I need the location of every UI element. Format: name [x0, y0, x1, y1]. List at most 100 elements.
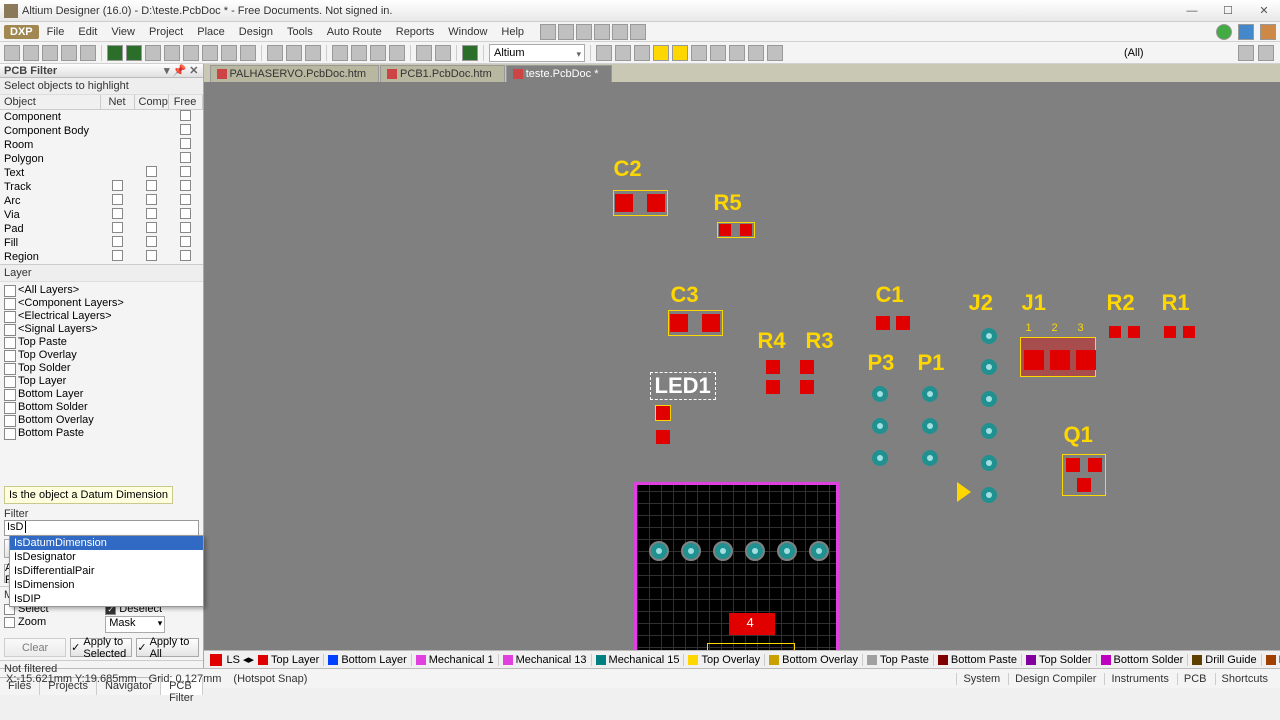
status-panel-button[interactable]: PCB: [1177, 673, 1213, 685]
place-icon[interactable]: [672, 45, 688, 61]
new-icon[interactable]: [4, 45, 20, 61]
status-panel-button[interactable]: Shortcuts: [1215, 673, 1274, 685]
layer-item[interactable]: Top Solder: [0, 362, 203, 375]
status-icon[interactable]: [1216, 24, 1232, 40]
toolbar-icon[interactable]: [576, 24, 592, 40]
object-row[interactable]: Component Body: [0, 124, 203, 138]
pad[interactable]: [766, 380, 780, 394]
pad[interactable]: [800, 380, 814, 394]
pad[interactable]: [647, 194, 665, 212]
layer-tab[interactable]: Top Paste: [863, 654, 934, 666]
menu-design[interactable]: Design: [233, 24, 279, 40]
designator[interactable]: C1: [876, 282, 904, 308]
copy-icon[interactable]: [286, 45, 302, 61]
pad[interactable]: [615, 194, 633, 212]
layer-tab[interactable]: Keep-Out Layer: [1262, 654, 1280, 666]
designator[interactable]: C3: [671, 282, 699, 308]
designator[interactable]: R5: [714, 190, 742, 216]
toolbar-icon[interactable]: [612, 24, 628, 40]
layer-tab[interactable]: Mechanical 1: [412, 654, 499, 666]
component-outline[interactable]: [707, 643, 795, 650]
layer-item[interactable]: <Component Layers>: [0, 297, 203, 310]
text-icon[interactable]: [748, 45, 764, 61]
maximize-button[interactable]: ☐: [1216, 3, 1240, 19]
tool-icon[interactable]: [462, 45, 478, 61]
pad[interactable]: [1109, 326, 1121, 338]
tool-icon[interactable]: [240, 45, 256, 61]
tool-icon[interactable]: [767, 45, 783, 61]
panel-pin-icon[interactable]: 📌: [173, 64, 187, 77]
pad[interactable]: [656, 430, 670, 444]
designator[interactable]: R4: [758, 328, 786, 354]
through-hole[interactable]: [920, 416, 940, 436]
tool-icon[interactable]: [164, 45, 180, 61]
pad[interactable]: [1128, 326, 1140, 338]
designator[interactable]: Q1: [1064, 422, 1093, 448]
apply-all-button[interactable]: ✓ Apply to All: [136, 638, 198, 657]
through-hole[interactable]: [979, 421, 999, 441]
through-hole[interactable]: [979, 453, 999, 473]
paste-icon[interactable]: [305, 45, 321, 61]
menu-reports[interactable]: Reports: [390, 24, 441, 40]
tool-icon[interactable]: [145, 45, 161, 61]
place-icon[interactable]: [710, 45, 726, 61]
dxp-menu[interactable]: DXP: [4, 25, 39, 39]
layer-item[interactable]: <Electrical Layers>: [0, 310, 203, 323]
zoom-checkbox[interactable]: Zoom: [4, 616, 97, 628]
through-hole[interactable]: [979, 389, 999, 409]
minimize-button[interactable]: —: [1180, 3, 1204, 19]
layer-item[interactable]: Bottom Solder: [0, 401, 203, 414]
clear-icon[interactable]: [1258, 45, 1274, 61]
through-hole[interactable]: [870, 416, 890, 436]
tool-icon[interactable]: [107, 45, 123, 61]
pad[interactable]: [1164, 326, 1176, 338]
layer-tab[interactable]: Drill Guide: [1188, 654, 1261, 666]
through-hole[interactable]: [777, 541, 797, 561]
through-hole[interactable]: [920, 384, 940, 404]
layer-tab[interactable]: Bottom Solder: [1097, 654, 1189, 666]
layer-tab[interactable]: Mechanical 13: [499, 654, 592, 666]
object-row[interactable]: Fill: [0, 236, 203, 250]
doc-tab[interactable]: PALHASERVO.PcbDoc.htm: [210, 65, 380, 82]
col-comp[interactable]: Comp: [135, 95, 169, 109]
place-icon[interactable]: [634, 45, 650, 61]
redo-icon[interactable]: [435, 45, 451, 61]
ac-item[interactable]: IsDIP: [10, 592, 203, 606]
through-hole[interactable]: [745, 541, 765, 561]
menu-help[interactable]: Help: [495, 24, 530, 40]
object-row[interactable]: Polygon: [0, 152, 203, 166]
toolbar-icon[interactable]: [594, 24, 610, 40]
object-row[interactable]: Room: [0, 138, 203, 152]
toolbar-icon[interactable]: [558, 24, 574, 40]
through-hole[interactable]: [870, 448, 890, 468]
menu-project[interactable]: Project: [143, 24, 189, 40]
col-object[interactable]: Object: [0, 95, 101, 109]
close-button[interactable]: ✕: [1252, 3, 1276, 19]
toolbar-icon[interactable]: [630, 24, 646, 40]
object-row[interactable]: Via: [0, 208, 203, 222]
layer-tab[interactable]: Top Solder: [1022, 654, 1097, 666]
pad[interactable]: [1024, 350, 1044, 370]
ac-item[interactable]: IsDimension: [10, 578, 203, 592]
undo-icon[interactable]: [416, 45, 432, 61]
panel-dropdown-icon[interactable]: ▾: [164, 64, 170, 77]
place-icon[interactable]: [653, 45, 669, 61]
filter-input[interactable]: IsD IsDatumDimension IsDesignator IsDiff…: [4, 520, 199, 536]
layer-tab[interactable]: Mechanical 15: [592, 654, 685, 666]
board-outline[interactable]: 4: [634, 482, 839, 650]
place-icon[interactable]: [691, 45, 707, 61]
object-row[interactable]: Track: [0, 180, 203, 194]
col-free[interactable]: Free: [169, 95, 203, 109]
object-row[interactable]: Text: [0, 166, 203, 180]
pad[interactable]: [702, 314, 720, 332]
layer-item[interactable]: Bottom Paste: [0, 427, 203, 440]
designator[interactable]: C2: [614, 156, 642, 182]
layer-item[interactable]: <Signal Layers>: [0, 323, 203, 336]
ac-item[interactable]: IsDesignator: [10, 550, 203, 564]
object-row[interactable]: Region: [0, 250, 203, 264]
active-layer-swatch[interactable]: [210, 654, 222, 666]
tool-icon[interactable]: [370, 45, 386, 61]
object-row[interactable]: Pad: [0, 222, 203, 236]
doc-tab[interactable]: PCB1.PcbDoc.htm: [380, 65, 505, 82]
through-hole[interactable]: [713, 541, 733, 561]
